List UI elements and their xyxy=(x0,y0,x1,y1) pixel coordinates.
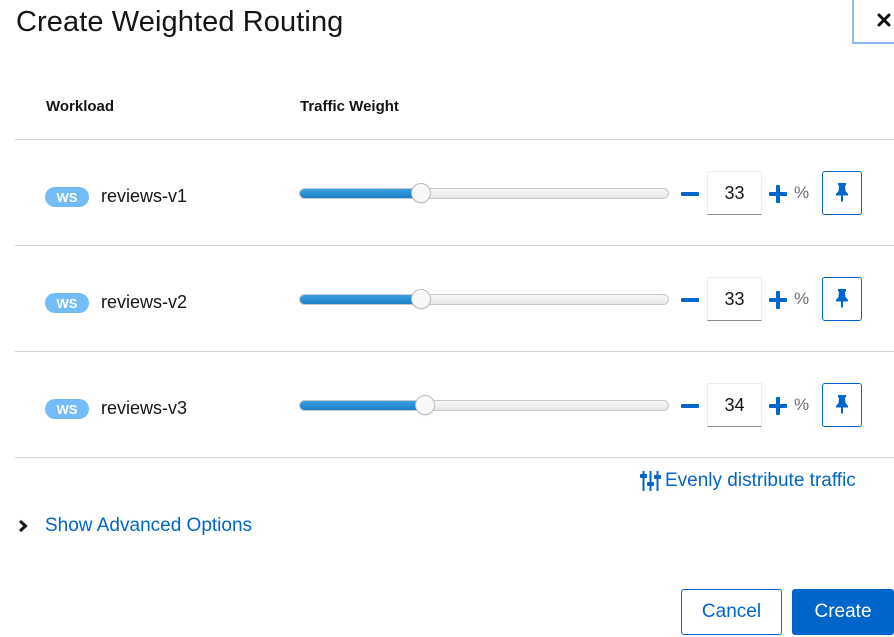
slider-fill xyxy=(300,189,422,198)
header-traffic-weight: Traffic Weight xyxy=(300,98,399,115)
percent-unit: % xyxy=(794,395,810,414)
create-button[interactable]: Create xyxy=(792,589,894,635)
chevron-right-icon xyxy=(18,519,28,533)
thumbtack-icon xyxy=(836,395,848,414)
decrease-button[interactable] xyxy=(680,182,700,206)
slider-thumb[interactable] xyxy=(415,395,436,415)
workload-badge: WS xyxy=(45,399,89,419)
weight-input[interactable] xyxy=(707,277,762,321)
advanced-options-label: Show Advanced Options xyxy=(45,515,253,536)
table-row: WS reviews-v1 % xyxy=(15,140,894,246)
weight-input[interactable] xyxy=(707,383,762,427)
pin-button[interactable] xyxy=(822,171,862,215)
close-icon xyxy=(877,13,891,27)
slider-fill xyxy=(300,295,422,304)
slider-thumb[interactable] xyxy=(411,183,432,203)
decrease-button[interactable] xyxy=(680,288,700,312)
workload-name: reviews-v3 xyxy=(101,398,188,418)
advanced-options-toggle[interactable]: Show Advanced Options xyxy=(18,515,252,537)
increase-button[interactable] xyxy=(768,394,788,418)
table-row: WS reviews-v3 % xyxy=(15,352,894,458)
workload-name: reviews-v2 xyxy=(101,292,188,312)
weight-input[interactable] xyxy=(707,171,762,215)
minus-icon xyxy=(681,404,699,408)
percent-unit: % xyxy=(794,183,810,202)
weight-slider[interactable] xyxy=(299,289,669,309)
increase-button[interactable] xyxy=(768,288,788,312)
evenly-distribute-link[interactable]: Evenly distribute traffic xyxy=(640,470,856,492)
minus-icon xyxy=(681,192,699,196)
workload-name: reviews-v1 xyxy=(101,186,188,206)
slider-fill xyxy=(300,401,426,410)
sliders-icon xyxy=(640,471,661,491)
header-workload: Workload xyxy=(46,98,115,115)
weights-table: Workload Traffic Weight WS reviews-v1 % xyxy=(15,80,894,458)
minus-icon xyxy=(681,298,699,302)
evenly-distribute-label: Evenly distribute traffic xyxy=(665,470,856,491)
weight-slider[interactable] xyxy=(299,395,669,415)
plus-icon xyxy=(769,291,787,309)
pin-button[interactable] xyxy=(822,383,862,427)
dialog-title: Create Weighted Routing xyxy=(16,6,344,38)
thumbtack-icon xyxy=(836,183,848,202)
plus-icon xyxy=(769,185,787,203)
workload-badge: WS xyxy=(45,293,89,313)
table-header: Workload Traffic Weight xyxy=(15,80,894,140)
thumbtack-icon xyxy=(836,289,848,308)
cancel-button[interactable]: Cancel xyxy=(681,589,782,635)
workload-badge: WS xyxy=(45,187,89,207)
decrease-button[interactable] xyxy=(680,394,700,418)
weight-slider[interactable] xyxy=(299,183,669,203)
slider-thumb[interactable] xyxy=(411,289,432,309)
percent-unit: % xyxy=(794,289,810,308)
increase-button[interactable] xyxy=(768,182,788,206)
close-button[interactable] xyxy=(852,0,894,44)
pin-button[interactable] xyxy=(822,277,862,321)
plus-icon xyxy=(769,397,787,415)
table-row: WS reviews-v2 % xyxy=(15,246,894,352)
